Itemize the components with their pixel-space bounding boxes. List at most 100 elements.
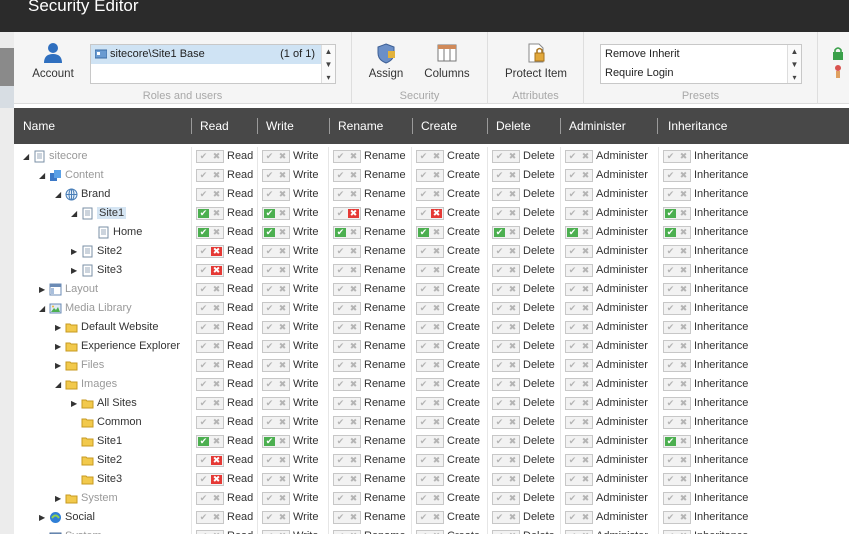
deny-cross-icon[interactable]: ✖: [431, 266, 442, 275]
allow-check-icon[interactable]: ✔: [418, 437, 429, 446]
tree-row[interactable]: ▶ Social ✔ ✖ Read ✔ ✖ Write ✔ ✖ Rename ✔ ✖ Create ✔ ✖ De…: [14, 508, 849, 527]
tree-node[interactable]: Site1: [71, 432, 122, 451]
deny-cross-icon[interactable]: ✖: [580, 190, 591, 199]
tree-node[interactable]: ◢ Content: [39, 166, 104, 185]
permission-toggle[interactable]: ✔✖: [196, 492, 224, 505]
permission-toggle[interactable]: ✔✖: [565, 207, 593, 220]
tree-node[interactable]: ▶ All Sites: [71, 394, 137, 413]
deny-cross-icon[interactable]: ✖: [580, 304, 591, 313]
tree-node[interactable]: ▶ Social: [39, 508, 95, 527]
assign-button[interactable]: Assign: [364, 42, 408, 80]
deny-cross-icon[interactable]: ✖: [507, 266, 518, 275]
tree-row[interactable]: ◢ sitecore ✔ ✖ Read ✔ ✖ Write ✔ ✖ Rename ✔ ✖ Create ✔ ✖…: [14, 147, 849, 166]
scroll-down-icon[interactable]: ▼: [322, 58, 335, 71]
column-header-administer[interactable]: Administer: [569, 119, 626, 133]
allow-check-icon[interactable]: ✔: [264, 399, 275, 408]
permission-toggle[interactable]: ✔✖: [416, 188, 444, 201]
permission-toggle[interactable]: ✔✖: [196, 188, 224, 201]
allow-check-icon[interactable]: ✔: [567, 513, 578, 522]
deny-cross-icon[interactable]: ✖: [507, 228, 518, 237]
deny-cross-icon[interactable]: ✖: [580, 513, 591, 522]
deny-cross-icon[interactable]: ✖: [348, 399, 359, 408]
permission-toggle[interactable]: ✔✖: [492, 169, 520, 182]
permission-toggle[interactable]: ✔✖: [416, 207, 444, 220]
allow-check-icon[interactable]: ✔: [198, 171, 209, 180]
lock-icon[interactable]: [832, 46, 844, 60]
allow-check-icon[interactable]: ✔: [264, 494, 275, 503]
allow-check-icon[interactable]: ✔: [335, 190, 346, 199]
allow-check-icon[interactable]: ✔: [567, 342, 578, 351]
permission-toggle[interactable]: ✔✖: [416, 169, 444, 182]
deny-cross-icon[interactable]: ✖: [507, 361, 518, 370]
tree-node-label[interactable]: sitecore: [49, 150, 88, 162]
allow-check-icon[interactable]: ✔: [264, 361, 275, 370]
permission-toggle[interactable]: ✔✖: [196, 397, 224, 410]
deny-cross-icon[interactable]: ✖: [678, 361, 689, 370]
allow-check-icon[interactable]: ✔: [198, 380, 209, 389]
deny-cross-icon[interactable]: ✖: [211, 304, 222, 313]
tree-node-label[interactable]: Brand: [81, 188, 110, 200]
deny-cross-icon[interactable]: ✖: [580, 342, 591, 351]
permission-toggle[interactable]: ✔✖: [333, 188, 361, 201]
allow-check-icon[interactable]: ✔: [264, 152, 275, 161]
permission-toggle[interactable]: ✔✖: [333, 207, 361, 220]
scroll-up-icon[interactable]: ▲: [322, 45, 335, 58]
deny-cross-icon[interactable]: ✖: [507, 456, 518, 465]
tree-node-label[interactable]: System: [81, 492, 118, 504]
deny-cross-icon[interactable]: ✖: [348, 323, 359, 332]
expanded-arrow-icon[interactable]: ◢: [39, 299, 49, 318]
permission-toggle[interactable]: ✔✖: [262, 169, 290, 182]
tree-node[interactable]: Common: [71, 413, 142, 432]
tree-node[interactable]: ◢ Media Library: [39, 299, 132, 318]
deny-cross-icon[interactable]: ✖: [678, 437, 689, 446]
deny-cross-icon[interactable]: ✖: [580, 437, 591, 446]
permission-toggle[interactable]: ✔✖: [196, 169, 224, 182]
allow-check-icon[interactable]: ✔: [335, 513, 346, 522]
permission-toggle[interactable]: ✔✖: [262, 397, 290, 410]
allow-check-icon[interactable]: ✔: [665, 323, 676, 332]
permission-toggle[interactable]: ✔✖: [262, 321, 290, 334]
permission-toggle[interactable]: ✔✖: [416, 150, 444, 163]
deny-cross-icon[interactable]: ✖: [678, 190, 689, 199]
allow-check-icon[interactable]: ✔: [494, 342, 505, 351]
allow-check-icon[interactable]: ✔: [494, 437, 505, 446]
deny-cross-icon[interactable]: ✖: [507, 247, 518, 256]
permission-toggle[interactable]: ✔✖: [196, 245, 224, 258]
allow-check-icon[interactable]: ✔: [198, 418, 209, 427]
allow-check-icon[interactable]: ✔: [494, 418, 505, 427]
allow-check-icon[interactable]: ✔: [198, 190, 209, 199]
deny-cross-icon[interactable]: ✖: [348, 342, 359, 351]
permission-toggle[interactable]: ✔✖: [262, 150, 290, 163]
permission-toggle[interactable]: ✔✖: [565, 511, 593, 524]
allow-check-icon[interactable]: ✔: [665, 171, 676, 180]
deny-cross-icon[interactable]: ✖: [277, 361, 288, 370]
tree-row[interactable]: Common ✔ ✖ Read ✔ ✖ Write ✔ ✖ Rename ✔ ✖ Create ✔ ✖ Del…: [14, 413, 849, 432]
tree-node[interactable]: ▶ Site3: [71, 261, 122, 280]
columns-button[interactable]: Columns: [420, 42, 474, 80]
collapsed-arrow-icon[interactable]: ▶: [71, 394, 81, 413]
deny-cross-icon[interactable]: ✖: [580, 171, 591, 180]
permission-toggle[interactable]: ✔✖: [416, 264, 444, 277]
permission-toggle[interactable]: ✔✖: [416, 454, 444, 467]
permission-toggle[interactable]: ✔✖: [333, 359, 361, 372]
column-header-rename[interactable]: Rename: [338, 119, 383, 133]
deny-cross-icon[interactable]: ✖: [211, 342, 222, 351]
allow-check-icon[interactable]: ✔: [335, 171, 346, 180]
permission-toggle[interactable]: ✔✖: [663, 150, 691, 163]
deny-cross-icon[interactable]: ✖: [277, 190, 288, 199]
deny-cross-icon[interactable]: ✖: [277, 380, 288, 389]
allow-check-icon[interactable]: ✔: [198, 513, 209, 522]
column-header-name[interactable]: Name: [23, 119, 55, 133]
permission-toggle[interactable]: ✔✖: [196, 473, 224, 486]
permission-toggle[interactable]: ✔✖: [663, 226, 691, 239]
deny-cross-icon[interactable]: ✖: [431, 171, 442, 180]
allow-check-icon[interactable]: ✔: [494, 456, 505, 465]
deny-cross-icon[interactable]: ✖: [431, 494, 442, 503]
allow-check-icon[interactable]: ✔: [335, 152, 346, 161]
tree-node-label[interactable]: Images: [81, 378, 117, 390]
deny-cross-icon[interactable]: ✖: [580, 247, 591, 256]
tree-node[interactable]: ▶ Experience Explorer: [55, 337, 180, 356]
deny-cross-icon[interactable]: ✖: [678, 494, 689, 503]
deny-cross-icon[interactable]: ✖: [678, 247, 689, 256]
permission-toggle[interactable]: ✔✖: [333, 492, 361, 505]
